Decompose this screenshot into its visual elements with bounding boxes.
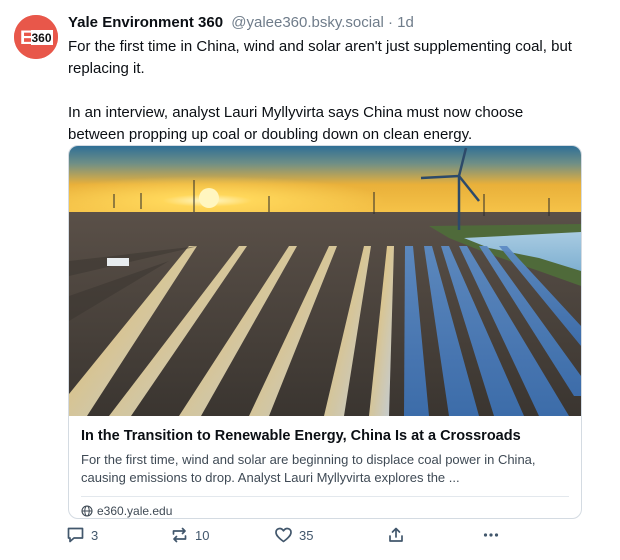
heart-icon [275,527,292,543]
like-count: 35 [299,527,314,543]
card-domain-text: e360.yale.edu [97,504,173,518]
more-icon [483,533,499,537]
card-domain: e360.yale.edu [81,504,569,518]
card-body: In the Transition to Renewable Energy, C… [69,416,581,518]
avatar[interactable]: E 360 [14,15,58,59]
repost-button[interactable]: 10 [170,526,209,544]
post-time[interactable]: 1d [397,14,414,31]
post-header: Yale Environment 360 @yalee360.bsky.soci… [68,12,583,34]
card-divider [81,496,569,497]
link-card[interactable]: In the Transition to Renewable Energy, C… [68,145,582,519]
share-button[interactable] [387,526,405,544]
share-icon [389,527,403,542]
post-text: For the first time in China, wind and so… [68,36,583,146]
globe-icon [81,505,93,517]
like-button[interactable]: 35 [274,526,313,544]
author-display-name[interactable]: Yale Environment 360 [68,14,223,31]
more-options-button[interactable] [482,526,500,544]
repost-icon [172,527,187,543]
separator-dot: · [387,14,393,31]
post-content: Yale Environment 360 @yalee360.bsky.soci… [68,12,583,146]
reply-icon [67,527,84,543]
card-image [69,146,581,416]
post[interactable]: E 360 Yale Environment 360 @yalee360.bsk… [0,0,620,560]
reply-count: 3 [91,527,99,543]
card-title: In the Transition to Renewable Energy, C… [81,428,521,444]
post-paragraph: For the first time in China, wind and so… [68,38,572,77]
card-description: For the first time, wind and solar are b… [81,452,536,485]
e360-logo-icon: E 360 [14,15,58,59]
post-actions: 3 10 35 [66,526,506,550]
svg-text:360: 360 [32,31,52,45]
author-handle[interactable]: @yalee360.bsky.social [231,14,384,31]
post-paragraph: In an interview, analyst Lauri Myllyvirt… [68,104,524,143]
repost-count: 10 [195,527,210,543]
reply-button[interactable]: 3 [66,526,98,544]
